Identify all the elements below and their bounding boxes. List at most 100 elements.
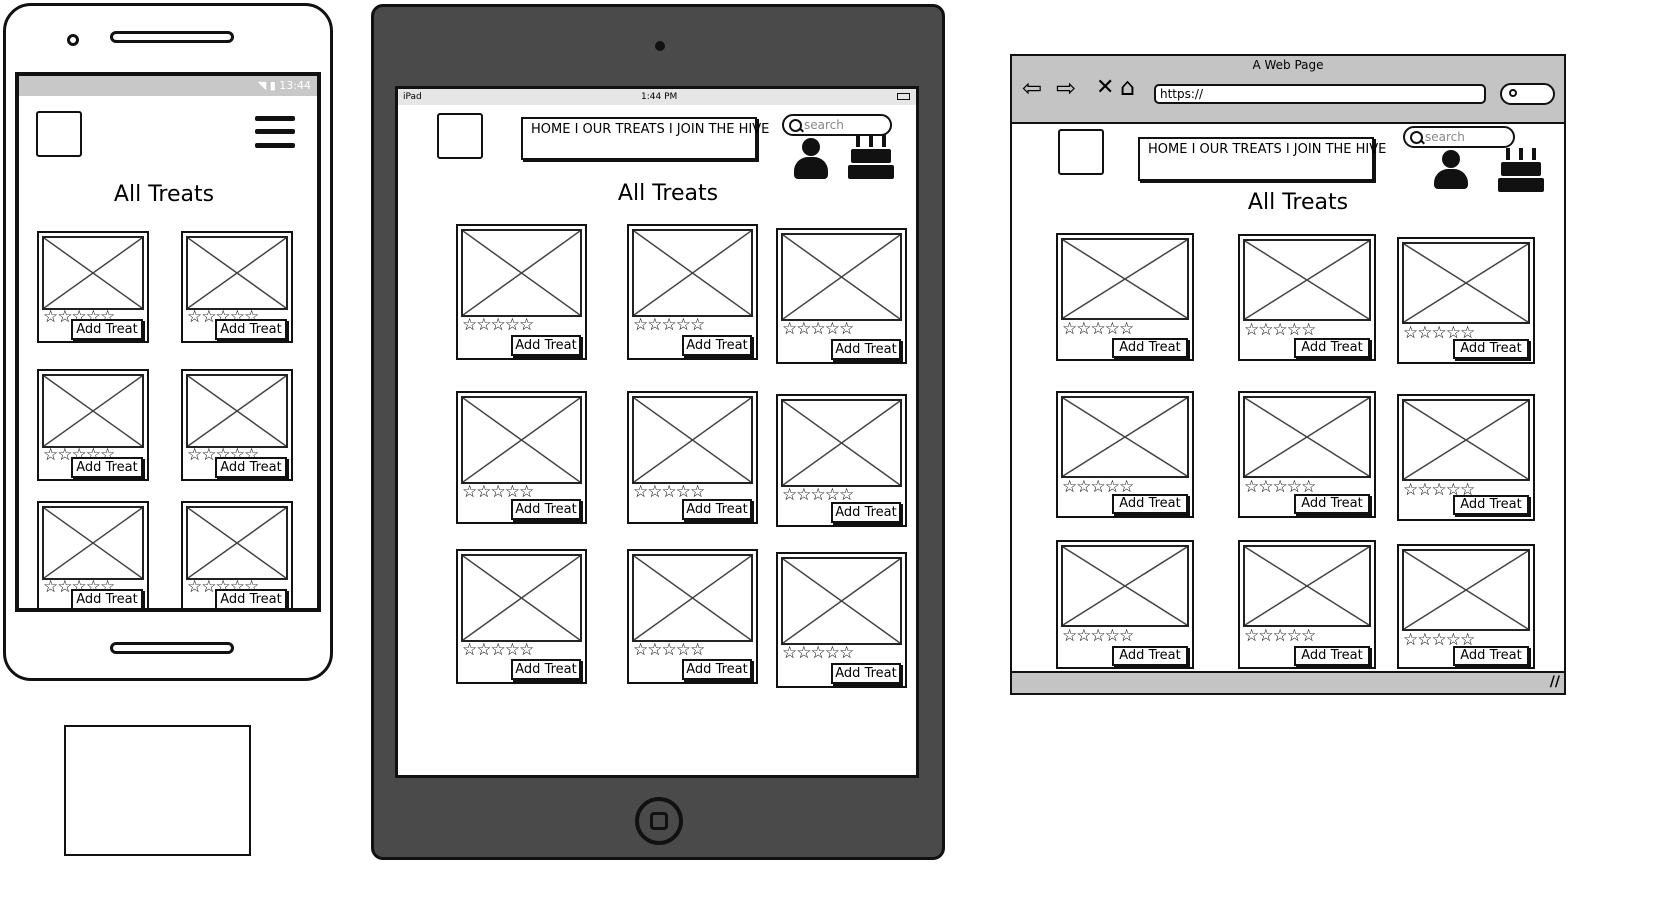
image-placeholder-icon: [1061, 396, 1189, 478]
image-placeholder-icon: [781, 557, 902, 645]
search-icon: [1410, 131, 1423, 144]
star-rating[interactable]: ☆☆☆☆☆: [1244, 322, 1316, 339]
add-treat-button[interactable]: Add Treat: [1294, 338, 1370, 358]
browser-window: A Web Page ⇦ ⇨ ✕ ⌂ https:// HOME I OUR T…: [1010, 54, 1566, 695]
add-treat-button[interactable]: Add Treat: [71, 589, 143, 608]
browser-logo[interactable]: [1058, 129, 1104, 175]
image-placeholder-icon: [42, 374, 144, 448]
add-treat-button[interactable]: Add Treat: [831, 339, 901, 360]
add-treat-button[interactable]: Add Treat: [511, 335, 581, 356]
tablet-status-time: 1:44 PM: [641, 92, 678, 102]
birthday-cake-icon[interactable]: [848, 135, 894, 181]
tablet-screen: iPad 1:44 PM HOME I OUR TREATS I JOIN TH…: [395, 86, 919, 778]
star-rating[interactable]: ☆☆☆☆☆: [633, 317, 705, 334]
add-treat-button[interactable]: Add Treat: [1453, 339, 1529, 359]
add-treat-button[interactable]: Add Treat: [1453, 495, 1529, 515]
user-icon[interactable]: [1434, 150, 1468, 190]
add-treat-button[interactable]: Add Treat: [1112, 646, 1188, 666]
treat-card: ☆☆☆☆☆ Add Treat: [1238, 391, 1376, 518]
image-placeholder-icon: [1402, 242, 1530, 324]
search-placeholder: search: [804, 118, 844, 132]
phone-camera: [67, 34, 79, 46]
search-input[interactable]: search: [1403, 126, 1515, 148]
image-placeholder-icon: [42, 506, 144, 580]
treat-card: ☆☆☆☆☆ Add Treat: [181, 369, 293, 481]
page-title: All Treats: [617, 181, 719, 206]
add-treat-button[interactable]: Add Treat: [831, 502, 901, 523]
home-icon[interactable]: ⌂: [1120, 75, 1135, 99]
star-rating[interactable]: ☆☆☆☆☆: [1062, 321, 1134, 338]
treat-card: ☆☆☆☆☆ Add Treat: [37, 501, 149, 608]
treat-card: ☆☆☆☆☆ Add Treat: [1056, 391, 1194, 518]
add-treat-button[interactable]: Add Treat: [511, 499, 581, 520]
resize-grip-icon[interactable]: //: [1550, 674, 1560, 690]
nav-menu[interactable]: HOME I OUR TREATS I JOIN THE HIVE: [1138, 137, 1386, 181]
treat-card: ☆☆☆☆☆ Add Treat: [627, 391, 758, 524]
add-treat-button[interactable]: Add Treat: [511, 659, 581, 680]
add-treat-button[interactable]: Add Treat: [682, 335, 752, 356]
image-placeholder-icon: [632, 229, 753, 317]
add-treat-button[interactable]: Add Treat: [682, 659, 752, 680]
back-arrow-icon[interactable]: ⇦: [1022, 76, 1042, 100]
treat-card: ☆☆☆☆☆ Add Treat: [627, 224, 758, 360]
close-icon[interactable]: ✕: [1096, 76, 1114, 100]
image-placeholder-icon: [186, 236, 288, 310]
image-placeholder-icon: [461, 396, 582, 484]
phone-logo[interactable]: [36, 111, 82, 157]
add-treat-button[interactable]: Add Treat: [1112, 494, 1188, 514]
tablet-home-button[interactable]: [635, 797, 683, 845]
signal-icon: ◥ ▮: [257, 79, 280, 92]
star-rating[interactable]: ☆☆☆☆☆: [782, 645, 854, 662]
treat-card: ☆☆☆☆☆ Add Treat: [456, 391, 587, 524]
browser-toolbar: A Web Page ⇦ ⇨ ✕ ⌂ https://: [1012, 56, 1564, 124]
treat-card: ☆☆☆☆☆ Add Treat: [1397, 544, 1535, 669]
forward-arrow-icon[interactable]: ⇨: [1056, 76, 1076, 100]
star-rating[interactable]: ☆☆☆☆☆: [462, 642, 534, 659]
star-rating[interactable]: ☆☆☆☆☆: [633, 642, 705, 659]
add-treat-button[interactable]: Add Treat: [71, 457, 143, 478]
image-placeholder-icon: [632, 396, 753, 484]
nav-menu[interactable]: HOME I OUR TREATS I JOIN THE HIVE: [521, 117, 769, 160]
page-title: All Treats: [113, 182, 215, 207]
tablet-status-bar: iPad 1:44 PM: [398, 89, 916, 105]
add-treat-button[interactable]: Add Treat: [1453, 646, 1529, 666]
treat-card: ☆☆☆☆☆ Add Treat: [37, 231, 149, 343]
treat-card: ☆☆☆☆☆ Add Treat: [776, 394, 907, 527]
phone-speaker: [110, 31, 234, 43]
treat-card: ☆☆☆☆☆ Add Treat: [456, 224, 587, 360]
add-treat-button[interactable]: Add Treat: [831, 663, 901, 684]
treat-card: ☆☆☆☆☆ Add Treat: [1397, 237, 1535, 364]
image-placeholder-icon: [186, 506, 288, 580]
battery-icon: [897, 93, 910, 100]
treat-card: ☆☆☆☆☆ Add Treat: [181, 501, 293, 608]
add-treat-button[interactable]: Add Treat: [1112, 338, 1188, 358]
image-placeholder-icon: [1061, 238, 1189, 320]
star-rating[interactable]: ☆☆☆☆☆: [462, 317, 534, 334]
image-placeholder-icon: [186, 374, 288, 448]
image-placeholder-icon: [1243, 239, 1371, 321]
star-rating[interactable]: ☆☆☆☆☆: [782, 321, 854, 338]
add-treat-button[interactable]: Add Treat: [1294, 494, 1370, 514]
user-icon[interactable]: [794, 138, 828, 180]
add-treat-button[interactable]: Add Treat: [1294, 646, 1370, 666]
browser-search-button[interactable]: [1500, 83, 1555, 105]
add-treat-button[interactable]: Add Treat: [71, 319, 143, 340]
empty-placeholder-box: [64, 725, 251, 856]
image-placeholder-icon: [632, 554, 753, 642]
add-treat-button[interactable]: Add Treat: [215, 457, 287, 478]
add-treat-button[interactable]: Add Treat: [215, 319, 287, 340]
phone-home-button[interactable]: [110, 642, 234, 654]
birthday-cake-icon[interactable]: [1498, 148, 1544, 194]
tablet-logo[interactable]: [437, 113, 483, 159]
url-bar[interactable]: https://: [1154, 84, 1486, 104]
add-treat-button[interactable]: Add Treat: [682, 499, 752, 520]
phone-status-time: 13:44: [279, 79, 311, 92]
star-rating[interactable]: ☆☆☆☆☆: [1062, 628, 1134, 645]
search-icon: [789, 119, 802, 132]
window-title: A Web Page: [1252, 58, 1324, 72]
image-placeholder-icon: [461, 229, 582, 317]
hamburger-menu-icon[interactable]: [255, 116, 295, 150]
search-input[interactable]: search: [782, 114, 892, 136]
star-rating[interactable]: ☆☆☆☆☆: [1244, 628, 1316, 645]
add-treat-button[interactable]: Add Treat: [215, 589, 287, 608]
